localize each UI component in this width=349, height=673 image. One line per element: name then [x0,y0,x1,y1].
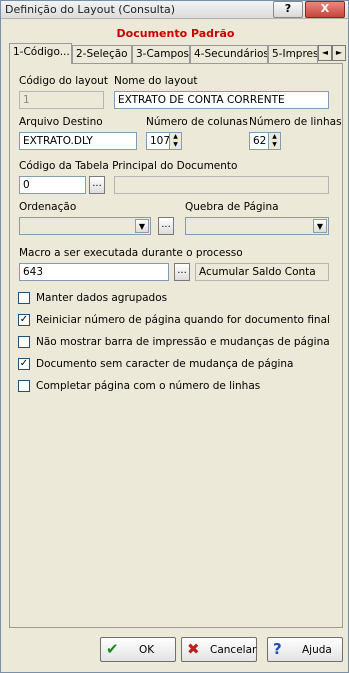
codigo-tabela-lookup-button[interactable]: ... [89,176,105,194]
spin-up-icon[interactable]: ▲ [269,133,280,141]
numero-colunas-input[interactable]: 107 [146,132,170,150]
tab-selecao[interactable]: 2-Seleção [72,45,132,63]
cross-icon: ✖ [187,640,200,658]
chevron-down-icon[interactable]: ▼ [135,219,149,233]
help-button-label: Ajuda [302,644,332,656]
codigo-tabela-description [114,176,329,194]
title-bar: Definição do Layout (Consulta) ? X [1,1,348,19]
codigo-layout-label: Código do layout [19,75,108,87]
tab-scroll-right-icon[interactable]: ► [332,45,346,61]
check-icon: ✔ [106,640,119,658]
tab-codigo[interactable]: 1-Código... [9,43,72,64]
tab-scroll-left-icon[interactable]: ◄ [318,45,332,61]
checkbox-label: Manter dados agrupados [36,292,168,304]
checkbox-box[interactable]: ✓ [18,358,30,370]
macro-input[interactable]: 643 [19,263,169,281]
window-title: Definição do Layout (Consulta) [5,3,176,16]
tab-panel-codigo: Código do layout 1 Nome do layout EXTRAT… [9,63,343,628]
codigo-tabela-input[interactable]: 0 [19,176,86,194]
numero-linhas-spinner[interactable]: ▲ ▼ [269,132,281,150]
quebra-pagina-label: Quebra de Página [185,201,279,213]
checkbox-label: Completar página com o número de linhas [36,380,261,392]
ordenacao-label: Ordenação [19,201,77,213]
cancel-button-label: Cancelar [210,644,257,656]
ok-button-label: OK [139,644,155,656]
ordenacao-lookup-button[interactable]: ... [158,217,174,235]
macro-description: Acumular Saldo Conta [195,263,329,281]
tab-impressao[interactable]: 5-Impres [268,45,318,63]
title-help-button[interactable]: ? [273,1,303,18]
ordenacao-select[interactable]: ▼ [19,217,151,235]
checkbox-box[interactable]: ✓ [18,314,30,326]
arquivo-destino-input[interactable]: EXTRATO.DLY [19,132,137,150]
macro-lookup-button[interactable]: ... [174,263,190,281]
checkbox-box[interactable] [18,292,30,304]
spin-down-icon[interactable]: ▼ [269,141,280,149]
title-close-button[interactable]: X [305,1,345,18]
codigo-tabela-label: Código da Tabela Principal do Documento [19,160,238,172]
question-icon: ? [273,640,282,658]
checkbox-box[interactable] [18,380,30,392]
checkbox-label: Documento sem caracter de mudança de pág… [36,358,294,370]
checkbox-label: Reiniciar número de página quando for do… [36,314,330,326]
macro-label: Macro a ser executada durante o processo [19,247,243,259]
tab-campos[interactable]: 3-Campos [132,45,190,63]
chevron-down-icon[interactable]: ▼ [313,219,327,233]
ok-button[interactable]: ✔ OK [100,637,176,662]
help-button[interactable]: ? Ajuda [267,637,343,662]
nome-layout-label: Nome do layout [114,75,198,87]
quebra-pagina-select[interactable]: ▼ [185,217,329,235]
numero-linhas-label: Número de linhas [249,116,342,128]
spin-down-icon[interactable]: ▼ [170,141,181,149]
codigo-layout-field: 1 [19,91,104,109]
arquivo-destino-label: Arquivo Destino [19,116,103,128]
cancel-button[interactable]: ✖ Cancelar [181,637,257,662]
spin-up-icon[interactable]: ▲ [170,133,181,141]
numero-linhas-input[interactable]: 62 [249,132,269,150]
tab-strip: 1-Código... 2-Seleção 3-Campos 4-Secundá… [9,43,346,64]
tab-secundarios[interactable]: 4-Secundários [190,45,268,63]
nome-layout-input[interactable]: EXTRATO DE CONTA CORRENTE [114,91,329,109]
checkbox-label: Não mostrar barra de impressão e mudança… [36,336,330,348]
document-title: Documento Padrão [116,27,235,40]
numero-colunas-spinner[interactable]: ▲ ▼ [170,132,182,150]
numero-colunas-label: Número de colunas [146,116,248,128]
layout-definition-window: Definição do Layout (Consulta) ? X Docum… [0,0,349,673]
checkbox-box[interactable] [18,336,30,348]
